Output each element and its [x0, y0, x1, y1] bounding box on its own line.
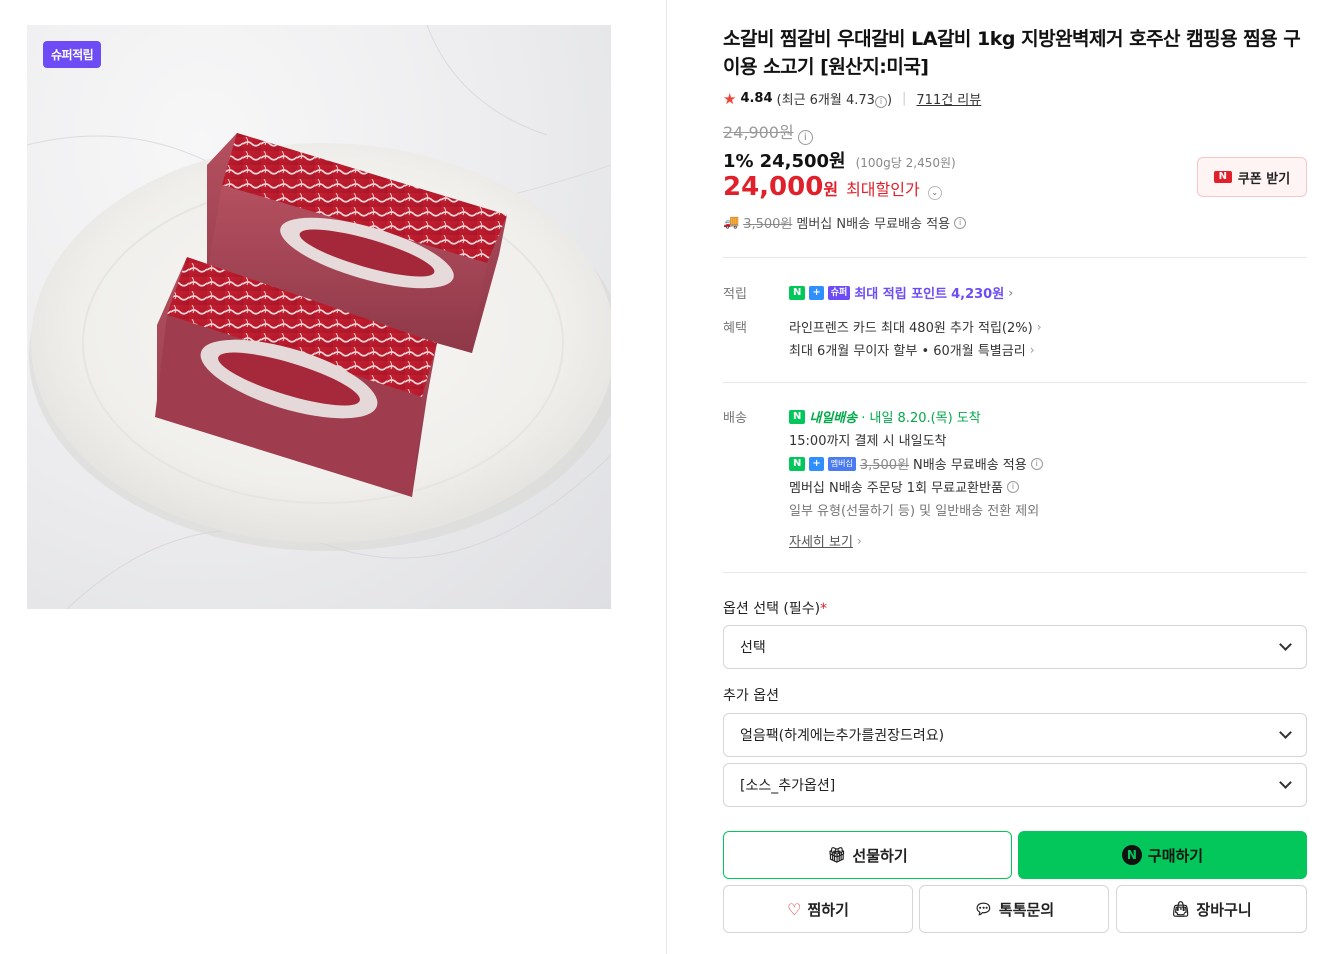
plus-icon: + — [809, 456, 824, 471]
info-icon[interactable]: i — [954, 216, 967, 229]
sauce-option-select[interactable]: [소스_추가옵션] — [723, 763, 1307, 807]
arrival-date: · 내일 8.20.(목) 도착 — [861, 411, 981, 426]
delivery-label: 배송 — [723, 411, 747, 426]
info-icon[interactable]: i — [797, 130, 813, 145]
cutoff-row: 15:00까지 결제 시 내일도착 — [789, 434, 947, 449]
chevron-right-icon: › — [1008, 285, 1014, 300]
sale-price: 24,500원 — [759, 151, 846, 172]
exchange-row: 멤버십 N배송 주문당 1회 무료교환반품 i — [789, 477, 1019, 496]
max-discount-price: 24,000원 — [723, 172, 839, 202]
gift-icon: 🎁︎ — [827, 846, 847, 864]
rating-score: 4.84 — [740, 91, 773, 106]
divider — [723, 572, 1307, 573]
info-icon[interactable]: i — [1006, 480, 1019, 493]
chat-bubble-icon: 💬︎ — [973, 900, 993, 918]
tomorrow-delivery-brand: 내일배송 — [809, 411, 858, 426]
detail-link[interactable]: 자세히 보기 › — [789, 531, 862, 551]
ice-pack-option-select[interactable]: 얼음팩(하계에는추가를권장드려요) — [723, 713, 1307, 757]
naver-n-icon: N — [789, 456, 806, 471]
chevron-down-icon[interactable]: ⌄ — [927, 186, 942, 200]
star-icon: ★ — [723, 89, 737, 108]
chevron-down-icon — [1279, 638, 1292, 651]
chevron-down-icon — [1279, 726, 1292, 739]
super-icon: 슈퍼 — [827, 285, 851, 300]
member-shipping-strike: 3,500원 — [859, 458, 910, 473]
points-text: 최대 적립 포인트 — [854, 287, 948, 302]
delivery-arrival-row: N 내일배송 · 내일 8.20.(목) 도착 — [789, 407, 981, 426]
exclude-row: 일부 유형(선물하기 등) 및 일반배송 전환 제외 — [789, 504, 1040, 519]
benefit-card-row[interactable]: 라인프렌즈 카드 최대 480원 추가 적립(2%) › — [789, 317, 1042, 337]
short-rib-photo — [27, 25, 611, 609]
membership-tag: 멤버십 — [827, 456, 856, 471]
shipping-text: 멤버십 N배송 무료배송 적용 — [796, 217, 951, 232]
sale-price-row: 1% 24,500원 (100g당 2,450원) — [723, 147, 956, 173]
extra-option-label: 추가 옵션 — [723, 688, 779, 704]
member-shipping-row: N + 멤버십 3,500원 N배송 무료배송 적용 i — [789, 454, 1043, 473]
required-option-label: 옵션 선택 (필수)* — [723, 601, 828, 617]
shipping-row: 🚚 3,500원 멤버십 N배송 무료배송 적용 i — [723, 213, 967, 232]
truck-icon: 🚚 — [723, 215, 740, 230]
max-discount-row[interactable]: 24,000원 최대할인가 ⌄ — [723, 172, 942, 202]
info-icon[interactable]: i — [874, 96, 887, 108]
heart-icon: ♡ — [787, 899, 802, 919]
super-points-badge: 슈퍼적립 — [43, 41, 102, 68]
chevron-right-icon: › — [1029, 342, 1035, 357]
naver-n-icon: N — [789, 285, 806, 300]
shipping-fee-strike: 3,500원 — [743, 217, 793, 232]
coupon-button[interactable]: N 쿠폰 받기 — [1197, 157, 1307, 197]
plus-icon: + — [809, 285, 824, 300]
divider — [723, 257, 1307, 258]
chevron-down-icon — [1279, 776, 1292, 789]
cart-button[interactable]: 👜︎ 장바구니 — [1116, 885, 1307, 933]
original-price: 24,900원 i — [723, 119, 813, 145]
wishlist-button[interactable]: ♡ 찜하기 — [723, 885, 913, 933]
product-image: 슈퍼적립 — [27, 25, 611, 609]
gift-button[interactable]: 🎁︎ 선물하기 — [723, 831, 1012, 879]
points-row[interactable]: N + 슈퍼 최대 적립 포인트 4,230원 › — [789, 283, 1013, 302]
info-icon[interactable]: i — [1030, 457, 1043, 470]
max-discount-label: 최대할인가 — [846, 180, 920, 199]
required-option-select[interactable]: 선택 — [723, 625, 1307, 669]
unit-price: (100g당 2,450원) — [855, 156, 956, 170]
benefit-installment-row[interactable]: 최대 6개월 무이자 할부 • 60개월 특별금리 › — [789, 340, 1035, 360]
naver-n-icon: N — [789, 409, 806, 424]
vertical-divider — [666, 0, 667, 954]
chevron-right-icon: › — [856, 533, 862, 548]
points-label: 적립 — [723, 287, 747, 302]
benefit-label: 혜택 — [723, 321, 747, 336]
recent-rating: (최근 6개월 4.73 i) — [776, 93, 893, 108]
product-title: 소갈비 찜갈비 우대갈비 LA갈비 1kg 지방완벽제거 호주산 캠핑용 찜용 … — [723, 28, 1301, 78]
review-link[interactable]: 711건 리뷰 — [916, 89, 981, 108]
naver-pay-icon: N — [1121, 845, 1142, 865]
chevron-right-icon: › — [1036, 319, 1042, 334]
rating-row: ★ 4.84 (최근 6개월 4.73 i) | 711건 리뷰 — [723, 89, 981, 108]
separator: | — [902, 91, 907, 106]
discount-percent: 1% — [723, 151, 754, 172]
points-value: 4,230원 — [951, 287, 1005, 302]
buy-button[interactable]: N 구매하기 — [1018, 831, 1307, 879]
shopping-bag-icon: 👜︎ — [1171, 900, 1191, 918]
talktalk-inquiry-button[interactable]: 💬︎ 톡톡문의 — [919, 885, 1109, 933]
naver-logo-icon: N — [1213, 171, 1232, 183]
divider — [723, 382, 1307, 383]
